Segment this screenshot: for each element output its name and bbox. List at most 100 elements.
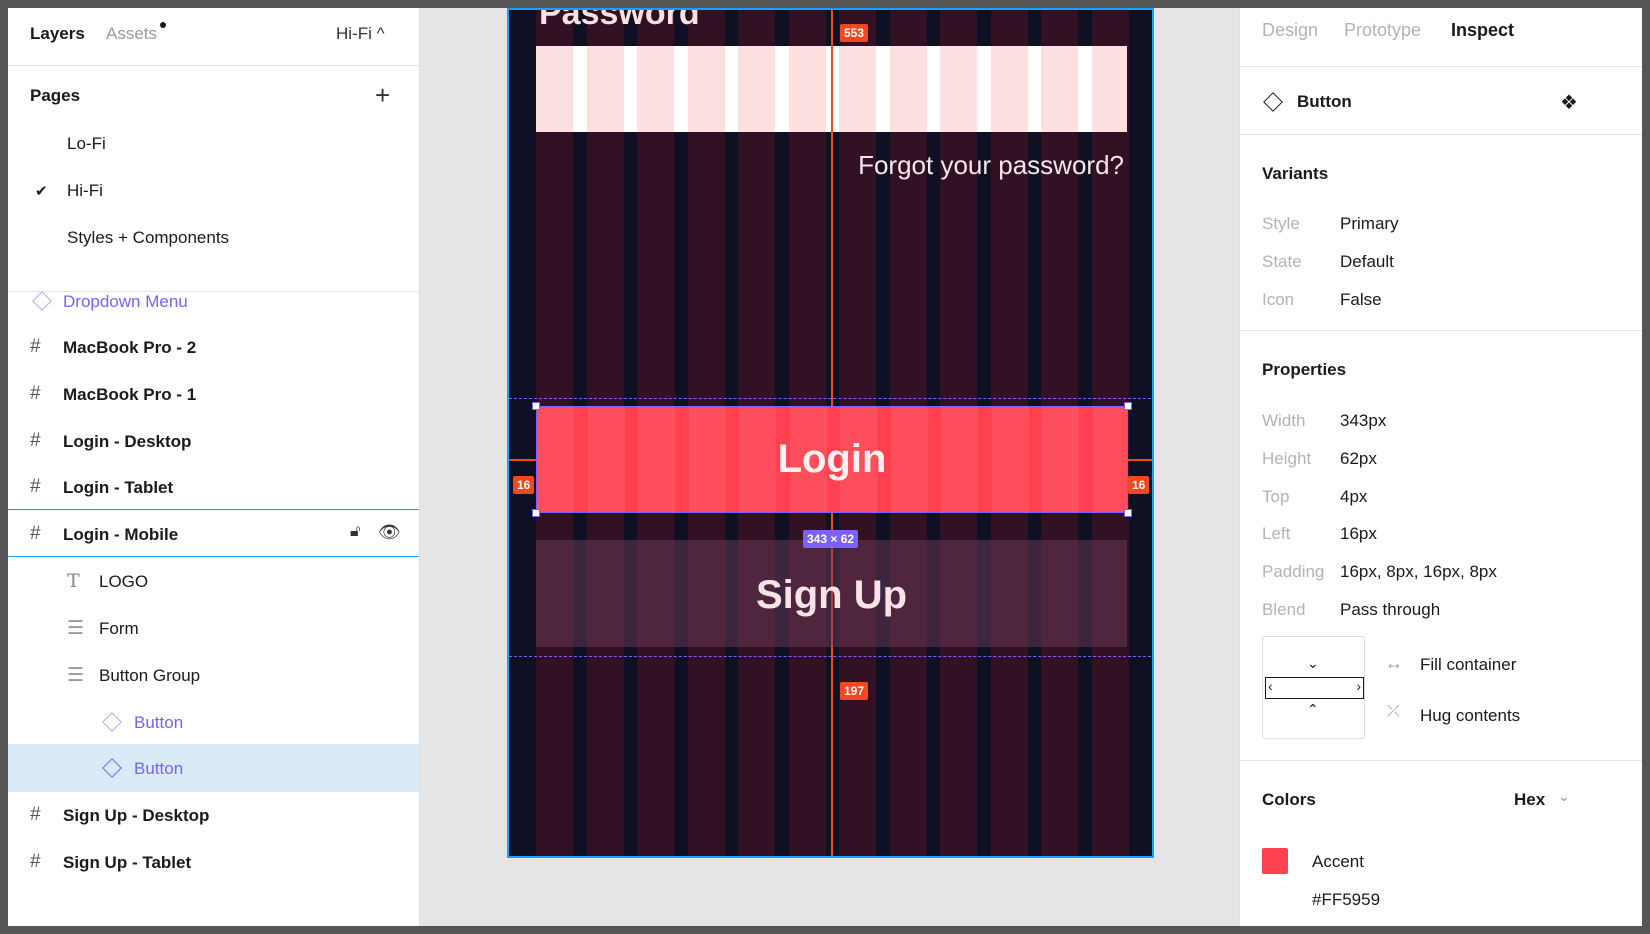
layer-label: Button [134,759,184,778]
variant-key-icon: Icon [1262,290,1295,309]
grid-column-overlay [1091,46,1127,132]
frame-icon: # [30,523,41,544]
size-badge: 343 × 62 [803,530,859,548]
grid-column-overlay [839,46,876,132]
unlock-icon[interactable]: 🔓︎ [350,523,360,541]
eye-icon[interactable]: 👁︎ [378,522,401,543]
color-hex-accent[interactable]: #FF5959 [1312,890,1380,910]
layer-label: Login - Mobile [63,525,179,544]
layer-login-tablet[interactable]: # Login - Tablet [8,463,419,511]
grid-column-overlay [788,46,826,132]
prop-value-height: 62px [1340,449,1377,468]
layer-button-group[interactable]: ☰ Button Group [8,651,419,699]
fill-container-icon: ↔ [1385,653,1403,673]
color-format-select[interactable]: Hex [1514,790,1545,810]
canvas[interactable]: Password Forgot your password? Login Sig… [420,8,1239,926]
login-button[interactable]: Login [536,406,1128,513]
tab-prototype[interactable]: Prototype [1344,20,1421,41]
layer-macbook-pro-1[interactable]: # MacBook Pro - 1 [8,370,419,418]
resize-handle-tr[interactable] [1124,402,1132,410]
divider [1240,760,1642,761]
measure-badge-bottom: 197 [840,682,869,700]
divider [1240,66,1642,67]
layer-sign-up-desktop[interactable]: # Sign Up - Desktop [8,791,419,839]
color-name-accent: Accent [1312,852,1364,871]
instance-icon [1263,92,1283,112]
prop-value-padding: 16px, 8px, 16px, 8px [1340,562,1497,581]
chevron-right-icon: › [1356,678,1361,694]
instance-icon [102,758,122,778]
horizontal-resize-bar[interactable]: ‹ › [1265,677,1364,699]
page-switcher[interactable]: Hi-Fi ^ [336,24,385,44]
autolayout-icon: ☰ [67,665,85,686]
layer-dropdown-menu[interactable]: Dropdown Menu [8,277,419,325]
resize-handle-bl[interactable] [532,509,540,517]
resize-handle-tl[interactable] [532,402,540,410]
prop-key-height: Height [1262,449,1312,468]
prop-value-top: 4px [1340,487,1368,506]
chevron-down-icon[interactable]: ⌄ [1558,788,1570,805]
resizing-widget[interactable]: ⌄ ‹ › ⌃ [1262,636,1365,739]
login-button-label: Login [777,437,887,481]
component-set-icon[interactable]: ❖ [1560,90,1578,115]
layer-button-selected[interactable]: Button [8,744,419,792]
layer-form[interactable]: ☰ Form [8,604,419,652]
grid-column-overlay [586,46,624,132]
measure-badge-top: 553 [840,24,869,42]
chevron-up-icon: ⌃ [1307,701,1319,717]
component-name: Button [1297,92,1352,111]
text-icon: T [67,570,80,592]
tab-inspect[interactable]: Inspect [1451,20,1514,41]
frame-icon: # [30,476,41,497]
tab-design[interactable]: Design [1262,20,1318,41]
button-group-bound-bottom [509,656,1152,657]
variant-key-style: Style [1262,214,1300,233]
page-item-lofi[interactable]: Lo-Fi [67,134,106,154]
variant-value-style: Primary [1340,214,1399,233]
frame-icon: # [30,336,41,357]
frame-icon: # [30,430,41,451]
instance-icon [102,712,122,732]
layer-sign-up-tablet[interactable]: # Sign Up - Tablet [8,838,419,886]
prop-value-left: 16px [1340,524,1377,543]
fill-container-label: Fill container [1420,655,1517,674]
pages-title: Pages [30,86,81,105]
page-item-styles-components[interactable]: Styles + Components [67,228,229,248]
variant-value-state: Default [1340,252,1394,271]
frame-icon: # [30,804,41,825]
sign-up-button-label: Sign Up [755,573,908,617]
frame-icon: # [30,383,41,404]
variant-key-state: State [1262,252,1302,271]
layer-label: Button [134,713,184,732]
variant-value-icon: False [1340,290,1382,309]
layer-macbook-pro-2[interactable]: # MacBook Pro - 2 [8,323,419,371]
page-item-hifi[interactable]: Hi-Fi [67,181,103,201]
grid-column-overlay [1041,46,1078,132]
forgot-password-link[interactable]: Forgot your password? [858,150,1124,181]
tab-layers[interactable]: Layers [30,24,85,44]
chevron-down-icon: ⌄ [1307,655,1319,671]
pages-section: Pages + Lo-Fi ✔ Hi-Fi Styles + Component… [8,66,419,292]
grid-column-overlay [738,46,775,132]
color-swatch-accent[interactable] [1262,848,1288,874]
inspect-panel: Design Prototype Inspect Button ❖ Varian… [1239,8,1642,926]
layer-label: Sign Up - Desktop [63,806,210,825]
tab-assets-label: Assets [106,24,158,43]
resize-handle-br[interactable] [1124,509,1132,517]
layer-label: Form [99,619,139,638]
prop-key-padding: Padding [1262,562,1325,581]
prop-key-width: Width [1262,411,1306,430]
add-page-icon[interactable]: + [375,82,390,108]
layer-login-desktop[interactable]: # Login - Desktop [8,417,419,465]
hug-contents-icon: ⤫ [1387,703,1400,720]
measure-guide-right [1128,459,1152,461]
chevron-left-icon: ‹ [1268,678,1273,694]
layer-logo[interactable]: T LOGO [8,557,419,605]
login-mobile-frame[interactable]: Password Forgot your password? Login Sig… [507,8,1154,858]
layer-button[interactable]: Button [8,698,419,746]
sign-up-button[interactable]: Sign Up [536,540,1127,647]
layer-login-mobile[interactable]: # Login - Mobile 🔓︎ 👁︎ [8,509,419,557]
button-group-bound-top [509,398,1152,399]
tab-assets[interactable]: Assets [106,22,167,44]
layer-label: Button Group [99,666,201,685]
